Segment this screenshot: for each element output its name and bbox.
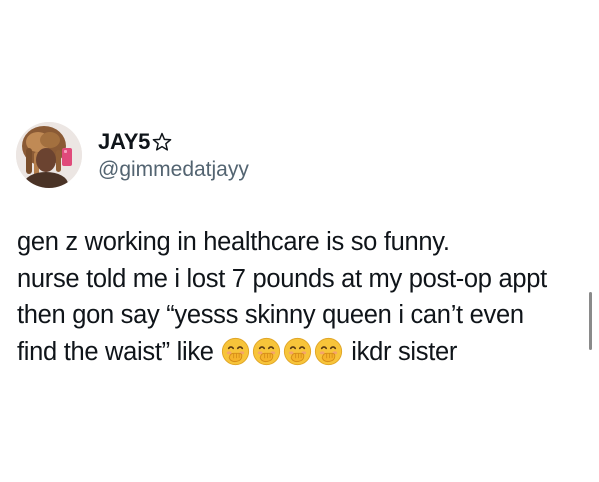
face-with-hand-over-mouth-icon	[315, 337, 343, 365]
tweet-text: gen z working in healthcare is so funny.…	[17, 224, 587, 370]
face-with-hand-over-mouth-icon	[222, 337, 250, 365]
star-outline-icon	[152, 132, 172, 151]
tweet-line-4: find the waist” like ikdr sister	[17, 334, 587, 371]
tweet-line-3: then gon say “yesss skinny queen i can’t…	[17, 301, 524, 329]
tweet-line-4-suffix: ikdr sister	[351, 337, 458, 366]
emoji-group	[220, 337, 344, 366]
face-with-hand-over-mouth-icon	[284, 337, 312, 365]
face-with-hand-over-mouth-icon	[253, 337, 281, 365]
user-handle[interactable]: @gimmedatjayy	[98, 157, 249, 183]
tweet-card: JAY5 @gimmedatjayy gen z working in heal…	[0, 0, 599, 482]
avatar[interactable]	[16, 122, 82, 188]
scrollbar[interactable]	[589, 292, 592, 350]
author-names: JAY5 @gimmedatjayy	[98, 127, 249, 183]
display-name-text[interactable]: JAY5	[98, 129, 150, 155]
display-name[interactable]: JAY5	[98, 129, 249, 155]
avatar-image	[16, 122, 82, 188]
tweet-line-1: gen z working in healthcare is so funny.	[17, 228, 450, 256]
tweet-header: JAY5 @gimmedatjayy	[16, 121, 249, 189]
tweet-line-2: nurse told me i lost 7 pounds at my post…	[17, 264, 547, 293]
tweet-line-4-prefix: find the waist” like	[17, 337, 214, 366]
